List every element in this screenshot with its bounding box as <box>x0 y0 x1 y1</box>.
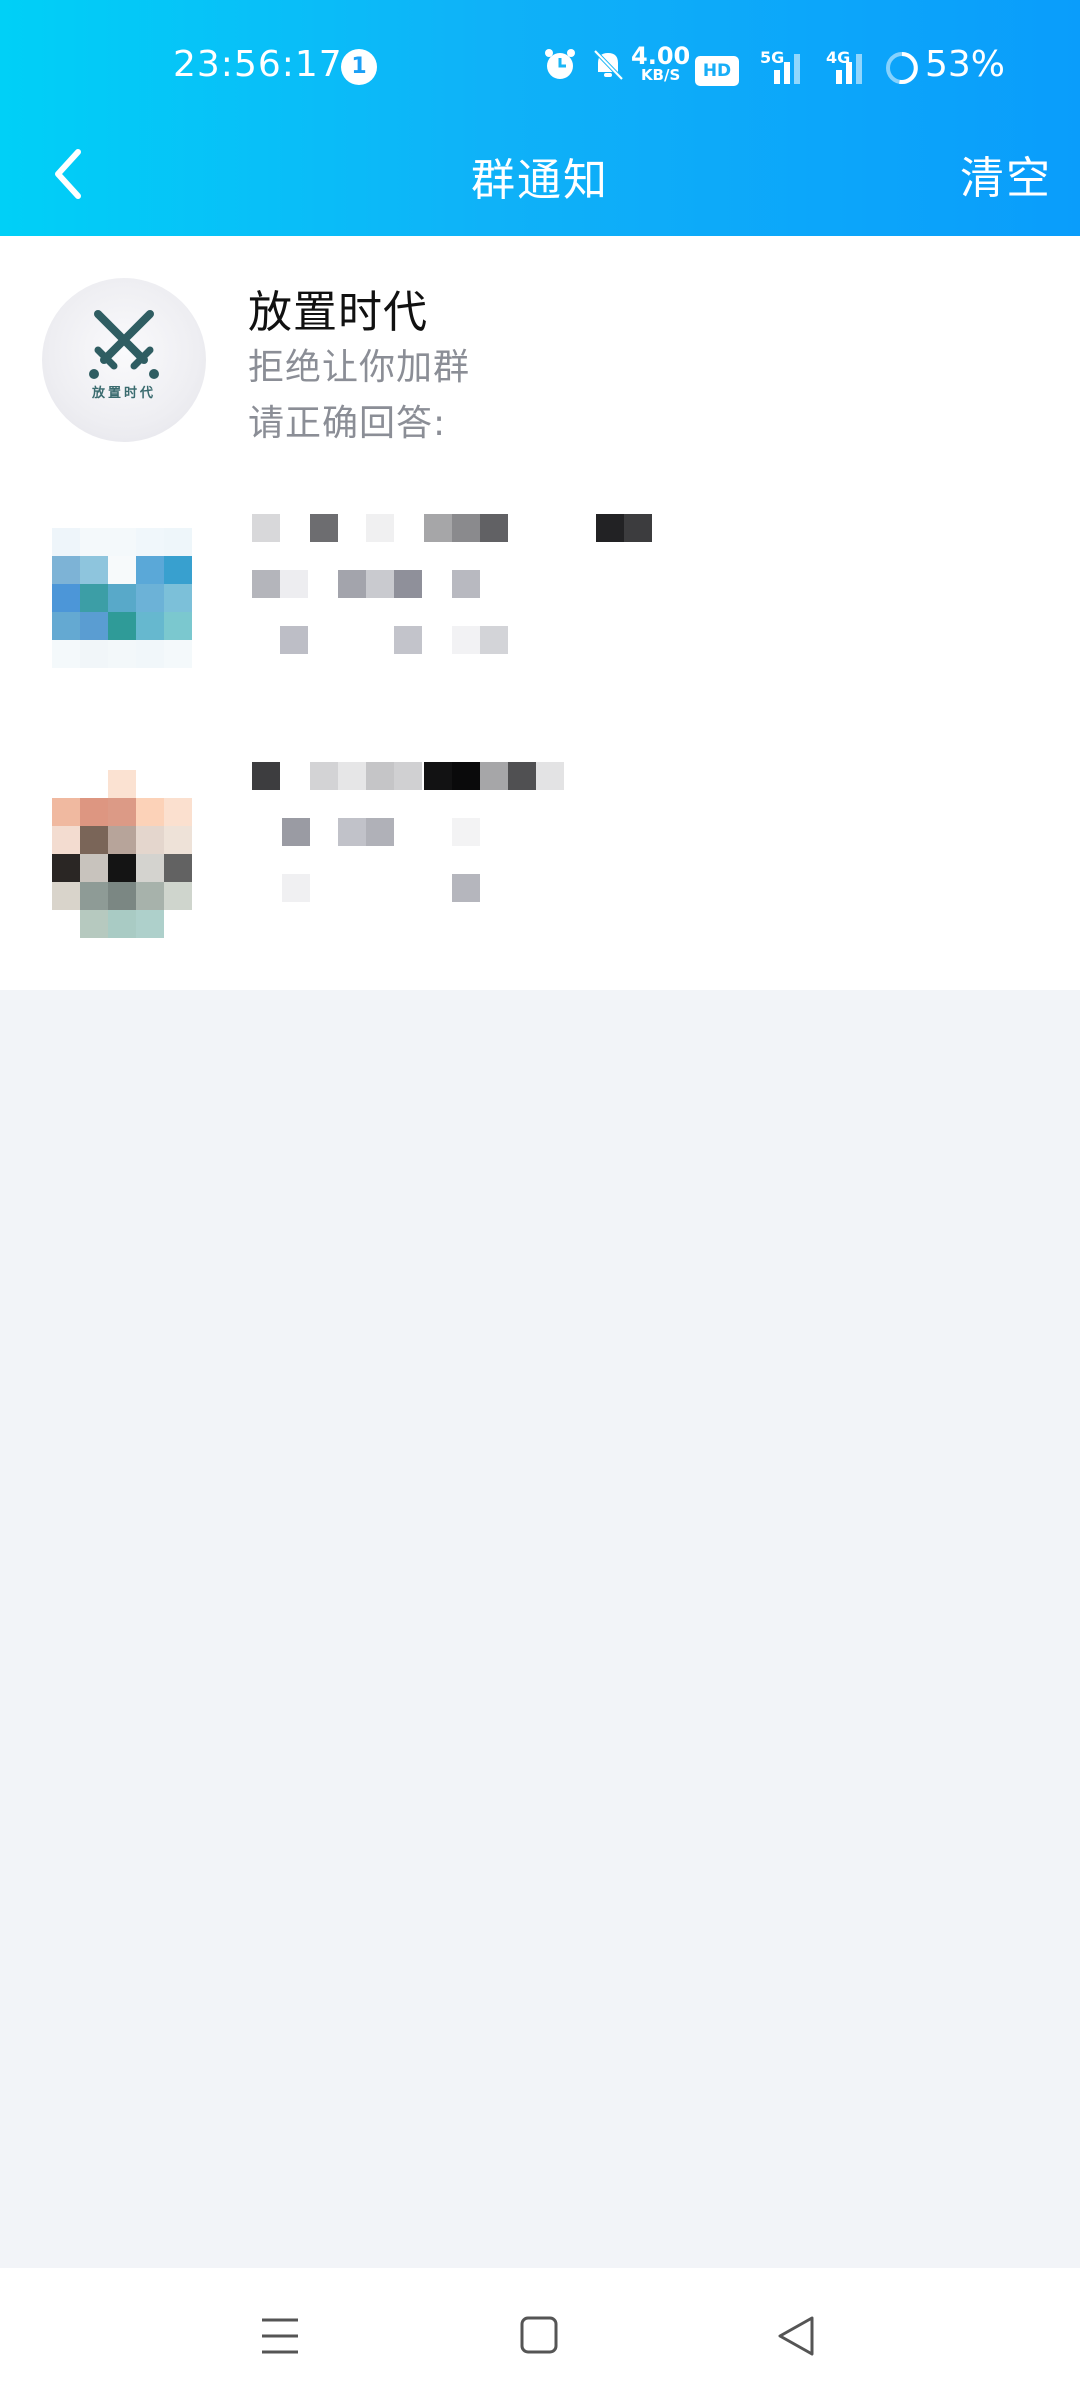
answer-prompt: 请正确回答: <box>248 403 447 444</box>
signal-4g-icon <box>836 54 862 84</box>
list-item[interactable] <box>0 744 1080 984</box>
redacted-avatar[interactable] <box>52 770 198 970</box>
status-time: 23:56:17 <box>173 44 343 85</box>
crossed-swords-icon <box>89 310 159 379</box>
page-title: 群通知 <box>471 155 609 206</box>
clear-button[interactable]: 清空 <box>960 142 1052 206</box>
group-avatar[interactable]: 放置时代 <box>42 278 206 442</box>
redacted-avatar[interactable] <box>52 528 198 674</box>
redacted-text <box>252 514 672 684</box>
list-item[interactable]: 放置时代 放置时代 拒绝让你加群 请正确回答: <box>0 236 1080 476</box>
header-bar: 23:56:17 1 4.00 KB/S HD 5G 4G 53% 群通知 清空 <box>0 0 1080 236</box>
group-name: 放置时代 <box>248 287 428 338</box>
title-bar: 群通知 清空 <box>0 130 1080 236</box>
hd-voice-icon: HD <box>695 56 739 86</box>
battery-icon <box>886 52 918 84</box>
system-navigation-bar <box>0 2268 1080 2400</box>
notification-count-badge: 1 <box>341 49 377 85</box>
notification-status: 拒绝让你加群 <box>248 347 471 388</box>
alarm-icon <box>545 49 575 79</box>
home-icon[interactable] <box>508 2308 568 2364</box>
signal-5g-icon <box>774 54 800 84</box>
mute-bell-icon <box>593 49 624 81</box>
network-speed-unit: KB/S <box>640 66 681 84</box>
battery-percent: 53% <box>925 44 1006 85</box>
group-logo-text: 放置时代 <box>91 386 156 401</box>
status-bar: 23:56:17 1 4.00 KB/S HD 5G 4G 53% <box>0 0 1080 130</box>
notification-list: 放置时代 放置时代 拒绝让你加群 请正确回答: <box>0 236 1080 990</box>
list-item[interactable] <box>0 498 1080 738</box>
network-speed-value: 4.00 <box>631 42 691 70</box>
menu-icon[interactable] <box>250 2308 310 2364</box>
back-triangle-icon[interactable] <box>766 2308 826 2364</box>
redacted-text <box>252 762 672 932</box>
network-speed: 4.00 KB/S <box>631 44 690 83</box>
